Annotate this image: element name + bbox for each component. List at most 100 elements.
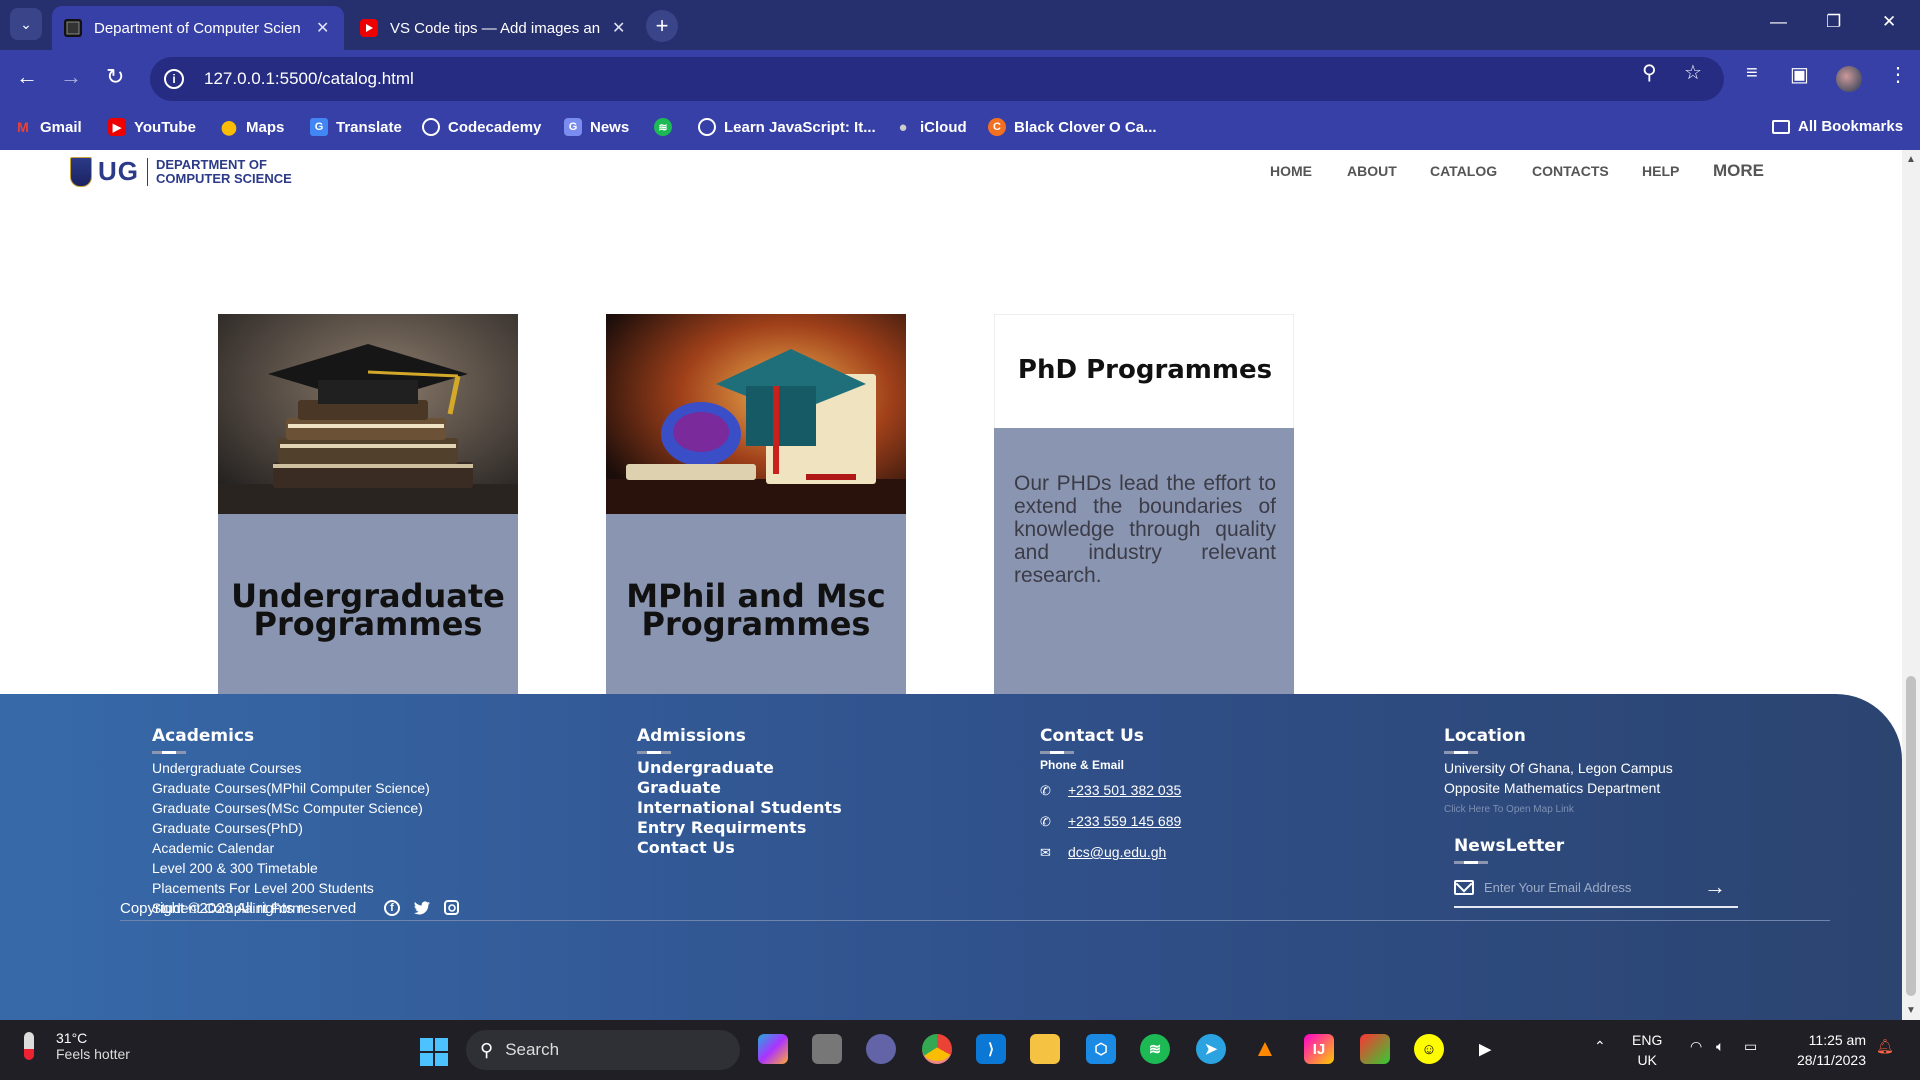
instagram-icon[interactable] <box>444 900 459 915</box>
footer-link[interactable]: Academic Calendar <box>152 838 430 858</box>
bookmark-gmail[interactable]: M Gmail <box>14 118 82 136</box>
bookmark-learn-javascript[interactable]: Learn JavaScript: It... <box>698 118 876 136</box>
zoom-icon[interactable]: ⚲ <box>1642 60 1657 85</box>
youtube-icon <box>360 19 378 37</box>
nav-home[interactable]: HOME <box>1270 163 1312 179</box>
bookmark-spotify[interactable]: ≋ <box>654 118 680 136</box>
search-label: Search <box>505 1040 560 1059</box>
footer-link[interactable]: Graduate <box>637 778 842 798</box>
bookmark-black-clover[interactable]: C Black Clover O Ca... <box>988 118 1157 136</box>
wifi-icon[interactable]: ◠ <box>1690 1038 1702 1055</box>
map-link[interactable]: Click Here To Open Map Link <box>1444 804 1574 815</box>
telegram-icon[interactable]: ➤ <box>1196 1034 1226 1064</box>
footer-link[interactable]: Entry Requirments <box>637 818 842 838</box>
file-explorer-icon[interactable] <box>1030 1034 1060 1064</box>
new-tab-button[interactable]: + <box>646 10 678 42</box>
bookmark-star-icon[interactable]: ☆ <box>1684 60 1702 85</box>
vlc-icon[interactable]: ▲ <box>1250 1034 1280 1064</box>
notification-bell-icon[interactable]: 🔔︎ <box>1876 1038 1894 1055</box>
site-info-icon[interactable]: i <box>164 69 184 89</box>
nav-about[interactable]: ABOUT <box>1347 163 1397 179</box>
bookmark-translate[interactable]: G Translate <box>310 118 402 136</box>
scroll-up-icon[interactable]: ▲ <box>1906 154 1916 165</box>
vscode-icon[interactable]: ⟩ <box>976 1034 1006 1064</box>
tab-search-button[interactable]: ⌄ <box>10 8 42 40</box>
scroll-down-icon[interactable]: ▼ <box>1906 1005 1916 1016</box>
task-view-icon[interactable] <box>812 1034 842 1064</box>
media-icon[interactable]: ≡ <box>1746 62 1758 85</box>
bookmark-news[interactable]: G News <box>564 118 629 136</box>
footer-link[interactable]: Undergraduate <box>637 758 842 778</box>
ug-crest-icon <box>70 156 92 187</box>
chrome-icon[interactable] <box>922 1034 952 1064</box>
weather-widget[interactable]: 31°C Feels hotter <box>24 1030 130 1062</box>
close-window-icon[interactable]: ✕ <box>1882 12 1896 32</box>
teams-chat-icon[interactable] <box>866 1034 896 1064</box>
nav-help[interactable]: HELP <box>1642 163 1679 179</box>
lang-code: ENG <box>1632 1032 1663 1048</box>
snapchat-icon[interactable]: ☺ <box>1414 1034 1444 1064</box>
footer-link[interactable]: International Students <box>637 798 842 818</box>
address-bar[interactable]: i 127.0.0.1:5500/catalog.html <box>150 57 1724 101</box>
close-tab-icon[interactable]: ✕ <box>316 18 329 38</box>
nav-contacts[interactable]: CONTACTS <box>1532 163 1609 179</box>
scroll-thumb[interactable] <box>1906 676 1916 996</box>
card-undergraduate[interactable]: Undergraduate Programmes <box>218 314 518 694</box>
tab-department[interactable]: Department of Computer Scien ✕ <box>52 6 344 50</box>
footer-link[interactable]: Placements For Level 200 Students <box>152 878 430 898</box>
newsletter-email-input[interactable] <box>1484 879 1704 895</box>
contact-subheading: Phone & Email <box>1040 758 1125 772</box>
card-mphil-msc[interactable]: MPhil and Msc Programmes <box>606 314 906 694</box>
reload-icon[interactable]: ↻ <box>106 64 124 90</box>
menu-kebab-icon[interactable]: ⋮ <box>1888 62 1908 87</box>
app-icon[interactable]: ⬡ <box>1086 1034 1116 1064</box>
card-phd[interactable]: PhD Programmes Our PHDs lead the effort … <box>994 314 1294 694</box>
taskbar-search[interactable]: ⚲ Search <box>466 1030 740 1070</box>
nav-catalog[interactable]: CATALOG <box>1430 163 1497 179</box>
volume-icon[interactable]: 🔈︎ <box>1716 1038 1724 1055</box>
bookmark-label: All Bookmarks <box>1798 118 1904 135</box>
tab-title: VS Code tips — Add images an <box>390 19 600 37</box>
jetbrains-icon[interactable]: IJ <box>1304 1034 1334 1064</box>
footer-link[interactable]: Graduate Courses(PhD) <box>152 818 430 838</box>
chevron-up-icon[interactable]: ⌃ <box>1594 1038 1606 1055</box>
contact-email[interactable]: ✉ dcs@ug.edu.gh <box>1040 844 1166 860</box>
battery-icon[interactable]: ▭ <box>1744 1038 1757 1055</box>
back-icon[interactable]: ← <box>16 64 38 90</box>
minimize-icon[interactable]: — <box>1770 12 1787 32</box>
footer-divider <box>120 920 1830 921</box>
app-icon[interactable] <box>1360 1034 1390 1064</box>
tab-vscode-tips[interactable]: VS Code tips — Add images an ✕ <box>348 6 638 50</box>
bookmark-icloud[interactable]: ● iCloud <box>894 118 966 136</box>
page-scrollbar[interactable]: ▲ ▼ <box>1902 150 1920 1020</box>
footer-link[interactable]: Contact Us <box>637 838 842 858</box>
close-tab-icon[interactable]: ✕ <box>612 18 625 38</box>
bookmark-codecademy[interactable]: Codecademy <box>422 118 541 136</box>
side-panel-icon[interactable]: ▣ <box>1790 62 1809 87</box>
footer-link[interactable]: Graduate Courses(MSc Computer Science) <box>152 798 430 818</box>
facebook-icon[interactable]: f <box>384 900 400 916</box>
twitter-icon[interactable] <box>414 900 430 916</box>
windows-start-icon[interactable] <box>420 1038 448 1066</box>
all-bookmarks-button[interactable]: All Bookmarks <box>1772 118 1903 135</box>
site-logo[interactable]: UG DEPARTMENT OF COMPUTER SCIENCE <box>70 156 292 187</box>
bookmark-youtube[interactable]: ▶ YouTube <box>108 118 196 136</box>
clock[interactable]: 11:25 am 28/11/2023 <box>1770 1030 1866 1070</box>
chevron-down-icon: ⌄ <box>20 15 32 32</box>
footer-link[interactable]: Level 200 & 300 Timetable <box>152 858 430 878</box>
footer-link[interactable]: Undergraduate Courses <box>152 758 430 778</box>
forward-icon[interactable]: → <box>60 64 82 90</box>
restore-icon[interactable]: ❐ <box>1826 12 1841 32</box>
spotify-icon[interactable]: ≋ <box>1140 1034 1170 1064</box>
nav-more[interactable]: MORE <box>1713 161 1764 181</box>
bookmark-maps[interactable]: ⬤ Maps <box>220 118 284 136</box>
profile-avatar[interactable] <box>1836 66 1862 92</box>
terminal-icon[interactable]: ▶ <box>1470 1034 1500 1064</box>
contact-phone-2[interactable]: ✆ +233 559 145 689 <box>1040 813 1181 829</box>
language-indicator[interactable]: ENG UK <box>1632 1030 1662 1070</box>
contact-phone-1[interactable]: ✆ +233 501 382 035 <box>1040 782 1181 798</box>
arrow-right-icon[interactable]: → <box>1704 874 1726 900</box>
maps-pin-icon: ⬤ <box>221 118 237 135</box>
footer-link[interactable]: Graduate Courses(MPhil Computer Science) <box>152 778 430 798</box>
copilot-icon[interactable] <box>758 1034 788 1064</box>
